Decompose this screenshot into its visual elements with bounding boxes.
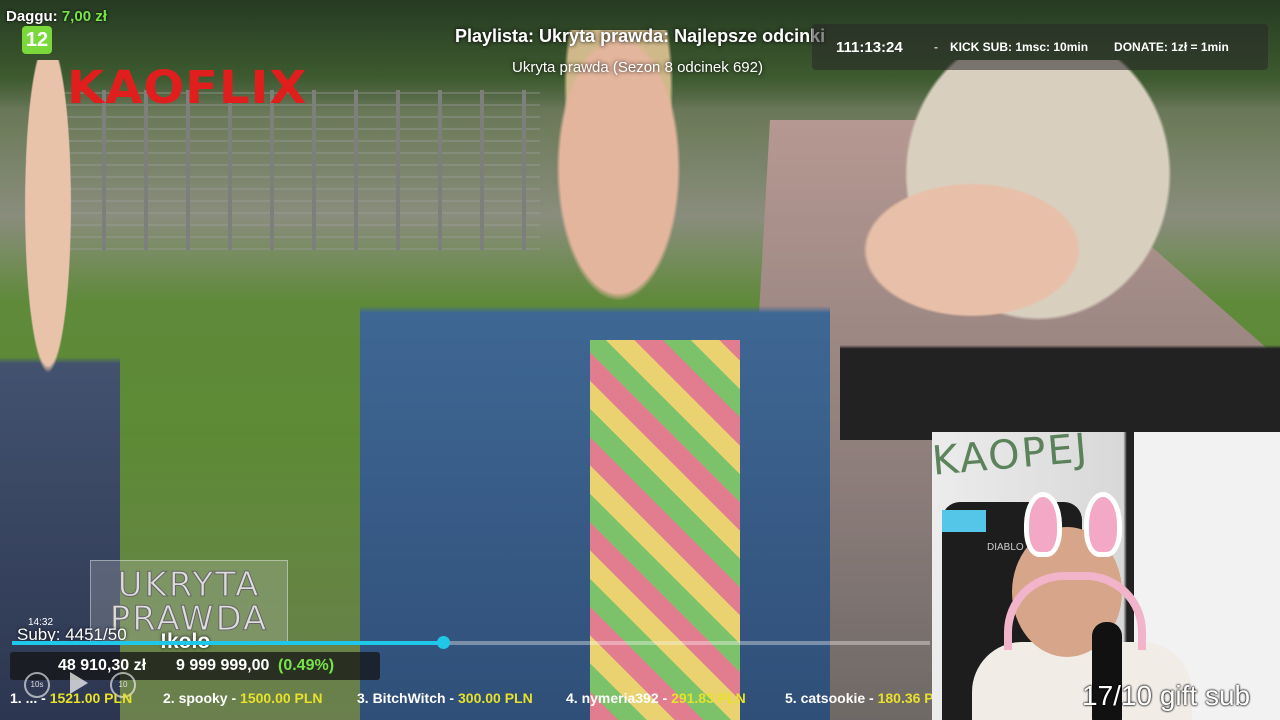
webcam-overlay: KAOPEJ DIABLO xyxy=(932,432,1280,720)
donor-amount: 7,00 zł xyxy=(61,8,107,25)
ranking-entry: 1. ... - 1521.00 PLN xyxy=(10,690,132,706)
bunny-ear-right xyxy=(1084,492,1122,557)
floral-dress xyxy=(590,340,740,720)
donation-percent: (0.49%) xyxy=(278,657,335,674)
donor-name: Daggu: xyxy=(6,8,58,25)
playlist-title: Playlista: Ukryta prawda: Najlepsze odci… xyxy=(455,26,826,46)
stream-info-bar: 111:13:24 - KICK SUB: 1msc: 10min DONATE… xyxy=(812,24,1268,70)
ranking-amount: 1500.00 PLN xyxy=(240,690,323,706)
ranking-name: 1. ... - xyxy=(10,690,50,706)
ranking-name: 4. nymeria392 - xyxy=(566,690,672,706)
bunny-ear-left xyxy=(1024,492,1062,557)
ranking-entry: 2. spooky - 1500.00 PLN xyxy=(163,690,323,706)
channel-logo: 12 xyxy=(22,26,52,54)
chair-brand: DIABLO xyxy=(987,542,1024,553)
stream-timer: 111:13:24 xyxy=(836,38,903,56)
ranking-name: 5. catsookie - xyxy=(785,690,878,706)
wall-graffiti: KAOPEJ xyxy=(932,432,1091,485)
ranking-name: 2. spooky - xyxy=(163,690,241,706)
progress-fill xyxy=(12,641,444,645)
kaoflix-logo: KAOFLIX xyxy=(67,61,308,115)
ranking-entry: 5. catsookie - 180.36 PLN xyxy=(785,690,952,706)
ranking-amount: 1521.00 PLN xyxy=(49,690,133,706)
ranking-entry: 4. nymeria392 - 291.83 PLN xyxy=(566,690,746,706)
kick-sub-info: KICK SUB: 1msc: 10min xyxy=(950,40,1089,54)
ranking-amount: 291.83 PLN xyxy=(671,690,746,706)
donor-label: Daggu: 7,00 zł xyxy=(6,8,107,25)
donation-goal-value: 9 999 999,00 xyxy=(176,657,270,674)
episode-title: Ukryta prawda (Sezon 8 odcinek 692) xyxy=(512,59,763,76)
ranking-entry: 3. BitchWitch - 300.00 PLN xyxy=(357,690,533,706)
sticker-image xyxy=(942,510,986,532)
person-right xyxy=(840,60,1280,440)
separator: - xyxy=(934,40,938,54)
donor-ranking: 1. ... - 1521.00 PLN 2. spooky - 1500.00… xyxy=(0,688,970,712)
video-progress-bar[interactable] xyxy=(12,636,930,649)
gift-sub-counter: 17/10 gift sub xyxy=(1082,680,1251,711)
donate-info: DONATE: 1zł = 1min xyxy=(1114,40,1229,54)
ranking-amount: 300.00 PLN xyxy=(458,690,533,706)
ranking-name: 3. BitchWitch - xyxy=(357,690,458,706)
donation-goal: 48 910,30 zł 9 999 999,00 (0.49%) xyxy=(10,652,380,680)
